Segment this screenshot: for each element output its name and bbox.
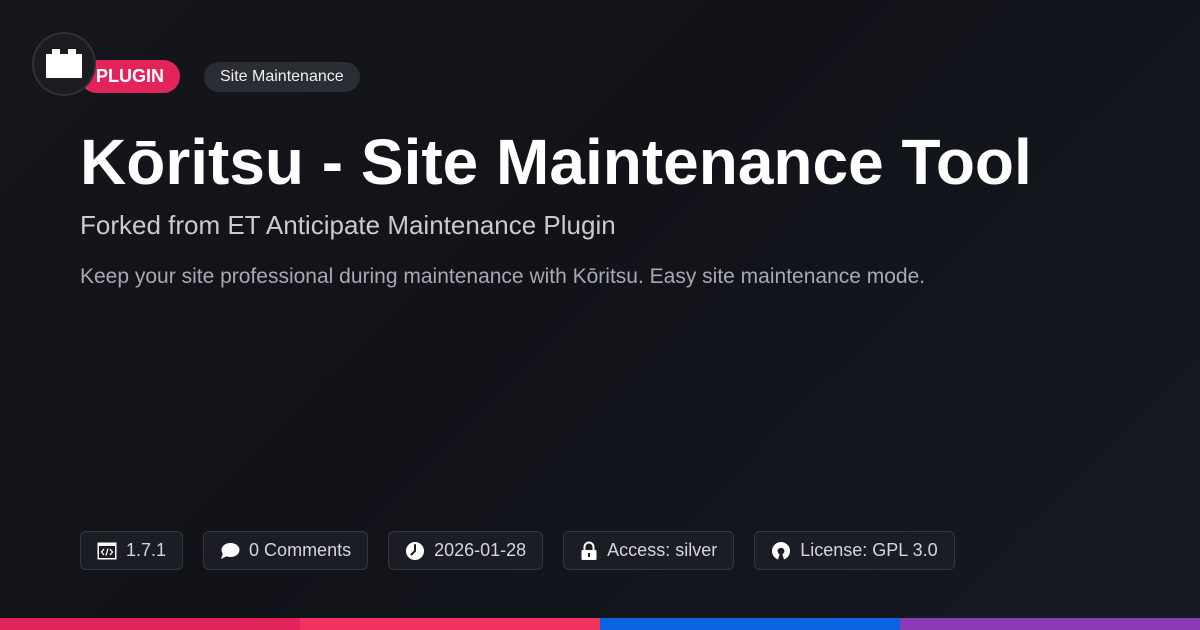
code-window-icon (97, 542, 117, 559)
open-source-icon (772, 541, 791, 559)
brick-logo-icon (32, 32, 96, 96)
clock-icon (406, 541, 425, 560)
stripe-segment (900, 618, 1200, 630)
category-badge[interactable]: Site Maintenance (204, 62, 360, 92)
access-chip: Access: silver (563, 531, 735, 570)
speech-bubble-icon (221, 542, 240, 559)
page-title: Kōritsu - Site Maintenance Tool (80, 126, 1032, 198)
comments-label: 0 Comments (249, 540, 352, 560)
license-chip[interactable]: License: GPL 3.0 (754, 531, 955, 570)
page-description: Keep your site professional during maint… (80, 265, 926, 288)
license-label: License: GPL 3.0 (800, 540, 938, 560)
version-chip: 1.7.1 (80, 531, 184, 570)
comments-chip[interactable]: 0 Comments (203, 531, 369, 570)
meta-row: 1.7.1 0 Comments 2026-01-28 Access: silv… (80, 531, 955, 570)
stripe-segment (300, 618, 600, 630)
stripe-segment (600, 618, 900, 630)
lock-icon (581, 541, 597, 560)
access-label: Access: silver (607, 540, 718, 560)
version-label: 1.7.1 (126, 540, 167, 560)
date-chip: 2026-01-28 (388, 531, 544, 570)
color-stripe (0, 618, 1200, 630)
page-subtitle: Forked from ET Anticipate Maintenance Pl… (80, 210, 616, 240)
date-label: 2026-01-28 (434, 540, 527, 560)
stripe-segment (0, 618, 300, 630)
